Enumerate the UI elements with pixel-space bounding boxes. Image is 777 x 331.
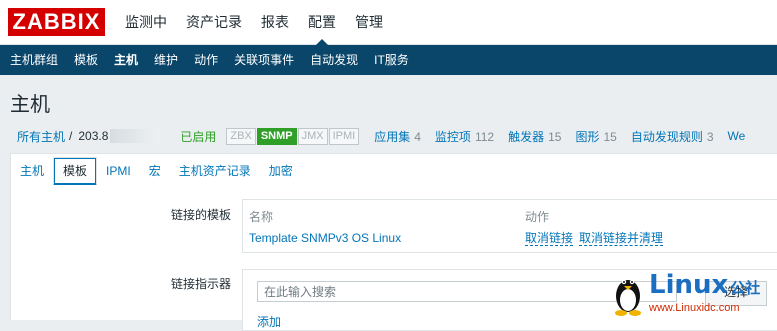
stat-triggers-count: 15 (548, 129, 562, 144)
tab-encryption[interactable]: 加密 (260, 156, 302, 186)
watermark-brand-cn: 公社 (730, 279, 761, 297)
tab-ipmi[interactable]: IPMI (97, 156, 140, 186)
availability-indicators: ZBX SNMP JMX IPMI (226, 127, 360, 145)
breadcrumb-separator: / (69, 129, 73, 143)
stat-discovery-rules-label: 自动发现规则 (630, 129, 703, 144)
tab-macros[interactable]: 宏 (140, 156, 170, 186)
sub-menu-hosts[interactable]: 主机 (106, 45, 146, 75)
add-template-link[interactable]: 添加 (257, 313, 281, 330)
top-menu-monitoring[interactable]: 监测中 (120, 0, 172, 44)
template-name-link[interactable]: Template SNMPv3 OS Linux (249, 231, 401, 245)
host-tabs: 主机 模板 IPMI 宏 主机资产记录 加密 (10, 153, 777, 187)
stat-graphs-label: 图形 (575, 129, 600, 144)
stat-triggers[interactable]: 触发器 15 (508, 128, 561, 145)
tab-inventory[interactable]: 主机资产记录 (170, 156, 260, 186)
stat-items-label: 监控项 (434, 129, 471, 144)
linuxidc-watermark: Linux 公社 www.Linuxidc.com (609, 264, 777, 320)
availability-zbx: ZBX (226, 127, 256, 145)
col-name-header: 名称 (249, 210, 274, 224)
watermark-brand-text: Linux (649, 270, 729, 300)
host-status-badge[interactable]: 已启用 (180, 128, 216, 145)
top-menu-configuration[interactable]: 配置 (303, 0, 341, 45)
top-menu-administration[interactable]: 管理 (350, 0, 388, 44)
stat-discovery-rules[interactable]: 自动发现规则 3 (631, 128, 714, 145)
stat-items[interactable]: 监控项 112 (435, 128, 494, 145)
linked-templates-label: 链接的模板 (170, 208, 231, 222)
stat-applications-label: 应用集 (374, 129, 411, 144)
tab-templates[interactable]: 模板 (53, 157, 98, 186)
linked-templates-table: 名称 动作 Template SNMPv3 OS Linux 取消链接 取消链接… (242, 199, 777, 253)
sub-menu-discovery[interactable]: 自动发现 (302, 45, 366, 75)
sub-menu-actions[interactable]: 动作 (186, 45, 226, 75)
unlink-button[interactable]: 取消链接 (525, 231, 574, 246)
col-action-header: 动作 (525, 210, 550, 224)
stat-discovery-rules-count: 3 (706, 129, 714, 144)
stat-graphs-count: 15 (603, 129, 617, 144)
watermark-url: www.Linuxidc.com (649, 302, 740, 314)
stat-web-label: We (727, 129, 746, 143)
top-menu-inventory[interactable]: 资产记录 (181, 0, 247, 44)
stat-applications[interactable]: 应用集 4 (374, 128, 421, 145)
link-new-templates-label: 链接指示器 (170, 277, 231, 291)
breadcrumb: 所有主机 / 203.8 已启用 ZBX SNMP JMX IPMI 应用集 4 … (0, 122, 777, 150)
stat-triggers-label: 触发器 (508, 129, 545, 144)
breadcrumb-host[interactable]: 203.8 (78, 129, 108, 143)
stat-applications-count: 4 (414, 129, 421, 144)
availability-jmx: JMX (297, 127, 328, 145)
sub-menu-host-groups[interactable]: 主机群组 (2, 45, 66, 75)
watermark-brand: Linux 公社 (649, 270, 760, 300)
sub-menu-templates[interactable]: 模板 (66, 45, 106, 75)
zabbix-logo[interactable]: ZABBIX (8, 8, 105, 36)
top-menu-reports[interactable]: 报表 (256, 0, 294, 44)
stat-web[interactable]: We (728, 129, 746, 143)
top-menu: 监测中 资产记录 报表 配置 管理 (120, 0, 397, 45)
tab-host[interactable]: 主机 (11, 156, 53, 186)
availability-snmp: SNMP (256, 127, 297, 145)
sub-menu-maintenance[interactable]: 维护 (146, 45, 186, 75)
top-bar: ZABBIX 监测中 资产记录 报表 配置 管理 (0, 0, 777, 45)
stat-graphs[interactable]: 图形 15 (575, 128, 616, 145)
tux-penguin-icon (615, 279, 641, 316)
sub-menu: 主机群组 模板 主机 维护 动作 关联项事件 自动发现 IT服务 (0, 45, 777, 75)
sub-menu-event-correlation[interactable]: 关联项事件 (226, 45, 302, 75)
sub-menu-it-services[interactable]: IT服务 (366, 45, 417, 75)
stat-items-count: 112 (474, 129, 495, 144)
redacted-host-name (110, 129, 161, 143)
breadcrumb-all-hosts[interactable]: 所有主机 (17, 128, 65, 145)
unlink-and-clear-button[interactable]: 取消链接并清理 (579, 231, 664, 246)
page-title: 主机 (10, 94, 50, 116)
availability-ipmi: IPMI (328, 127, 360, 145)
